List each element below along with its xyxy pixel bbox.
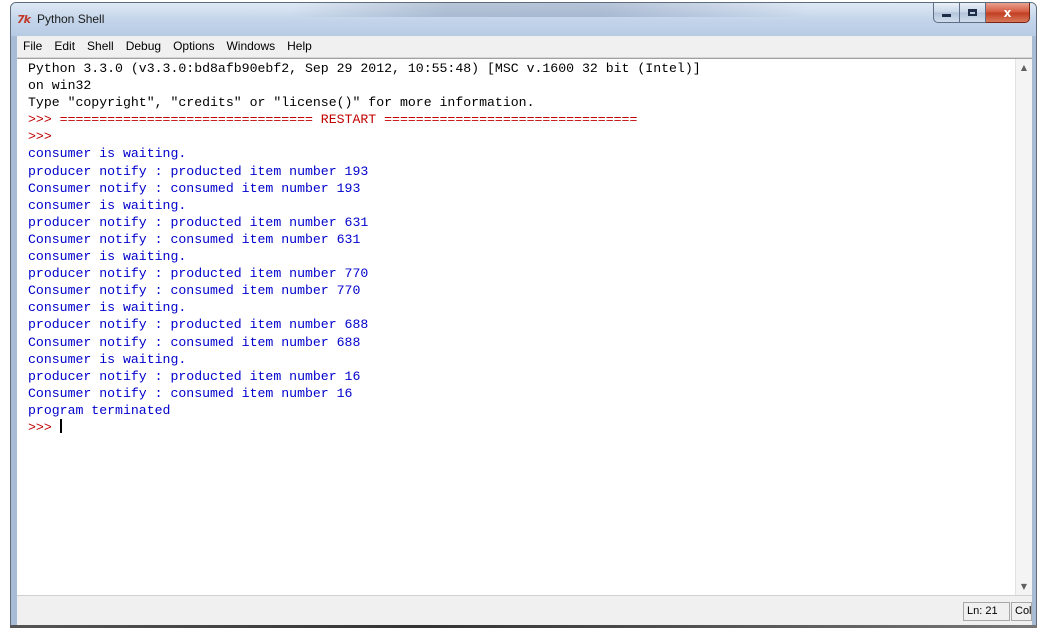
shell-line: consumer is waiting. [28, 197, 187, 213]
shell-line: program terminated [28, 402, 171, 418]
shell-text-area[interactable]: Python 3.3.0 (v3.3.0:bd8afb90ebf2, Sep 2… [17, 58, 1032, 595]
shell-line: on win32 [28, 78, 92, 94]
shell-line: consumer is waiting. [28, 249, 187, 265]
status-bar: Ln: 21 Col: 4 [17, 595, 1032, 627]
shell-line: producer notify : producted item number … [28, 368, 361, 384]
title-bar[interactable]: 7k Python Shell x [11, 3, 1036, 36]
minimize-button[interactable] [933, 3, 960, 23]
tk-feather-icon[interactable]: 7k [17, 12, 35, 28]
text-cursor [59, 418, 62, 433]
restart-banner: >>> ================================ RES… [28, 112, 638, 128]
menu-edit[interactable]: Edit [48, 36, 81, 57]
menu-debug[interactable]: Debug [120, 36, 167, 57]
window-title: Python Shell [37, 12, 105, 26]
minimize-icon [942, 14, 951, 17]
menu-bar: File Edit Shell Debug Options Windows He… [17, 36, 1032, 58]
shell-line: Consumer notify : consumed item number 6… [28, 334, 361, 350]
scroll-up-arrow-icon[interactable]: ▲ [1016, 59, 1032, 76]
active-prompt-line[interactable]: >>> [28, 418, 1006, 436]
maximize-icon [968, 9, 977, 16]
column-number-indicator: Col: 4 [1011, 602, 1032, 621]
scroll-down-arrow-icon[interactable]: ▼ [1016, 578, 1032, 595]
shell-prompt: >>> [28, 419, 52, 435]
shell-line: producer notify : producted item number … [28, 214, 369, 230]
shell-line: consumer is waiting. [28, 300, 187, 316]
menu-help[interactable]: Help [281, 36, 318, 57]
shell-line: Consumer notify : consumed item number 1… [28, 180, 361, 196]
close-button[interactable]: x [986, 3, 1030, 23]
menu-options[interactable]: Options [167, 36, 220, 57]
line-number-indicator: Ln: 21 [963, 602, 1010, 621]
shell-line: producer notify : producted item number … [28, 317, 369, 333]
shell-line: consumer is waiting. [28, 146, 187, 162]
menu-shell[interactable]: Shell [81, 36, 120, 57]
title-bar-background [291, 3, 811, 17]
menu-windows[interactable]: Windows [220, 36, 281, 57]
menu-file[interactable]: File [17, 36, 48, 57]
shell-prompt: >>> [28, 129, 52, 145]
shell-line: Consumer notify : consumed item number 6… [28, 231, 361, 247]
shell-line: Consumer notify : consumed item number 7… [28, 283, 361, 299]
caption-buttons: x [933, 3, 1030, 24]
shell-output: Python 3.3.0 (v3.3.0:bd8afb90ebf2, Sep 2… [28, 59, 1006, 436]
close-icon: x [1003, 5, 1012, 20]
shell-line: Python 3.3.0 (v3.3.0:bd8afb90ebf2, Sep 2… [28, 61, 701, 76]
shell-line: Type "copyright", "credits" or "license(… [28, 95, 535, 111]
shell-line: consumer is waiting. [28, 351, 187, 367]
vertical-scrollbar[interactable]: ▲ ▼ [1015, 59, 1032, 595]
shell-line: producer notify : producted item number … [28, 163, 369, 179]
shell-line: Consumer notify : consumed item number 1… [28, 385, 353, 401]
shell-line: producer notify : producted item number … [28, 266, 369, 282]
maximize-button[interactable] [960, 3, 986, 23]
python-shell-window: 7k Python Shell x File Edit Shell Debug … [10, 2, 1037, 628]
